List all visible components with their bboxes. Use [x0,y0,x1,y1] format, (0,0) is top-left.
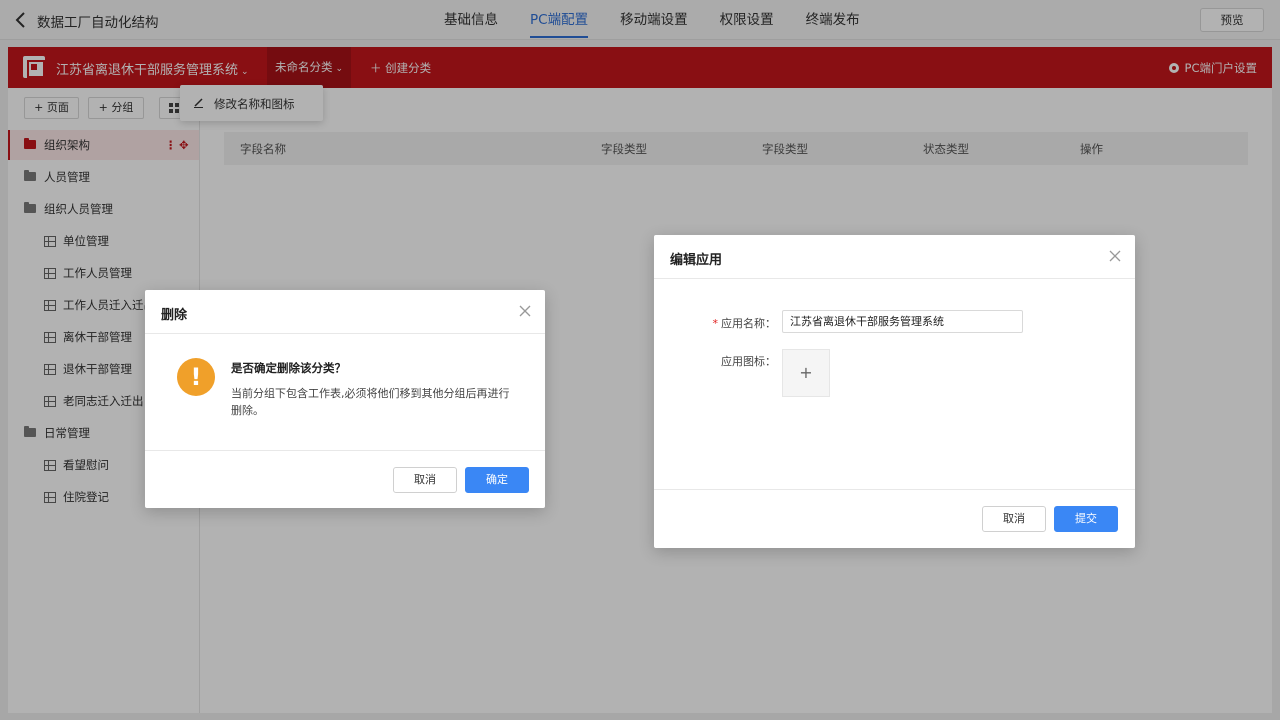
app-icon-label: 应用图标： [721,355,776,368]
close-icon[interactable] [519,305,531,317]
icon-upload-button[interactable]: + [782,349,830,397]
dialog-header: 删除 [145,290,545,334]
app-name-label: * 应用名称： [694,315,777,331]
dialog-title: 编辑应用 [670,253,723,268]
close-icon[interactable] [1109,250,1121,262]
app-name-label-text: 应用名称： [721,317,776,330]
dialog-footer: 取消 提交 [654,489,1135,548]
cancel-button[interactable]: 取消 [982,506,1046,532]
delete-description: 当前分组下包含工作表,必须将他们移到其他分组后再进行删除。 [231,387,510,417]
cancel-button[interactable]: 取消 [393,467,457,493]
dialog-header: 编辑应用 [654,235,1135,279]
delete-question: 是否确定删除该分类？ [231,361,346,375]
warning-icon: ! [177,358,215,396]
plus-icon: + [799,363,813,382]
confirm-button[interactable]: 确定 [465,467,529,493]
dialog-footer: 取消 确定 [145,450,545,508]
submit-button[interactable]: 提交 [1054,506,1118,532]
dialog-title: 删除 [161,308,188,323]
required-marker: * [712,317,719,330]
app-name-input[interactable]: 江苏省离退休干部服务管理系统 [782,310,1023,333]
delete-dialog: 删除 ! 是否确定删除该分类？ 当前分组下包含工作表,必须将他们移到其他分组后再… [145,290,545,508]
edit-app-dialog: 编辑应用 * 应用名称： 江苏省离退休干部服务管理系统 应用图标： + 取消 提交 [654,235,1135,548]
